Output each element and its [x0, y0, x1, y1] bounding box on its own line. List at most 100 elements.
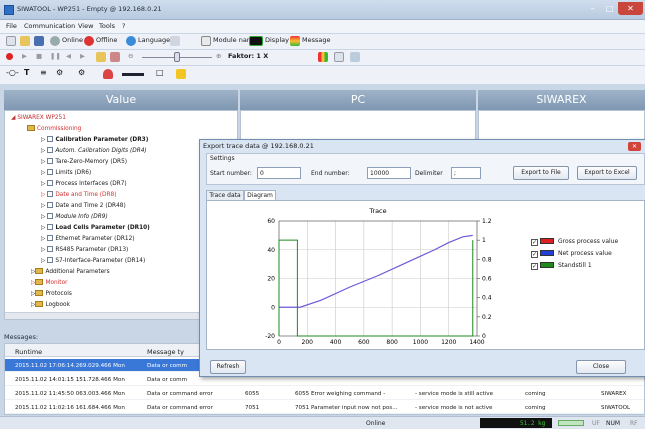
maximize-icon[interactable]: □ — [601, 2, 618, 15]
start-number-input[interactable]: 0 — [257, 167, 301, 179]
line-style-dropdown[interactable] — [122, 73, 144, 76]
bar-chart-icon[interactable] — [318, 52, 328, 62]
checkbox-checked-icon[interactable] — [47, 202, 54, 208]
play-icon[interactable]: ▶ — [22, 52, 27, 60]
refresh-button[interactable]: Refresh — [210, 360, 246, 374]
folder-icon[interactable] — [96, 52, 106, 62]
pointer-icon[interactable]: -○- — [6, 68, 19, 77]
step-back-icon[interactable]: ◀ — [66, 52, 71, 60]
legend-gross[interactable]: ✓ Gross process value — [531, 238, 618, 246]
align-icon[interactable]: ≡ — [40, 68, 47, 77]
offline-button[interactable]: Offline — [96, 36, 117, 44]
trace-chart: Trace0 200 400 600 800 1000 1200 14006040200-20… — [265, 207, 492, 346]
menu-tools[interactable]: Tools — [99, 22, 115, 30]
page-icon[interactable]: □ — [156, 68, 164, 77]
legend-net[interactable]: ✓ Net process value — [531, 250, 612, 258]
tree-root[interactable]: ◢ SIWAREX WP251 — [11, 115, 66, 121]
message-button[interactable]: Message — [302, 36, 331, 44]
pause-icon[interactable]: ❚❚ — [50, 52, 61, 60]
tree-item[interactable]: ▷ Module Info (DR9) — [41, 213, 108, 220]
checkbox-checked-icon[interactable] — [47, 246, 54, 252]
offline-icon[interactable] — [84, 36, 94, 46]
checkbox-checked-icon[interactable] — [47, 191, 54, 197]
tree-item[interactable]: ▷ S7-Interface-Parameter (DR14) — [41, 257, 145, 264]
tree-group-protocols[interactable]: ▷ Protocols — [31, 290, 72, 297]
tree-item[interactable]: ▷ Calibration Parameter (DR3) — [41, 136, 148, 143]
export-to-excel-button[interactable]: Export to Excel — [577, 166, 637, 180]
edit-icon[interactable] — [110, 52, 120, 62]
open-folder-icon[interactable] — [20, 36, 30, 46]
y2-tick-label: 0.4 — [482, 295, 492, 302]
module-name-icon[interactable] — [201, 36, 211, 46]
print-icon[interactable] — [170, 36, 180, 46]
export-icon[interactable] — [350, 52, 360, 62]
tree-item[interactable]: ▷ Autom. Calibration Digits (DR4) — [41, 147, 147, 154]
display-button[interactable]: Display — [265, 36, 289, 44]
window-titlebar: SIWATOOL - WP251 - Empty @ 192.168.0.21 … — [0, 0, 645, 20]
menu-communication[interactable]: Communication — [24, 22, 75, 30]
delimiter-input[interactable]: ; — [451, 167, 481, 179]
tree-item[interactable]: ▷ Ethernet Parameter (DR12) — [41, 235, 135, 242]
menu-bar: File Communication View Tools ? — [0, 20, 645, 33]
settings-label: Settings — [210, 155, 235, 162]
dialog-close-icon[interactable]: ✕ — [628, 142, 641, 151]
tree-group-logbook[interactable]: ▷ Logbook — [31, 301, 70, 308]
menu-help[interactable]: ? — [122, 22, 125, 30]
tree-item[interactable]: ▷ Date and Time (DR8) — [41, 191, 117, 198]
tree-item[interactable]: ▷ Tare-Zero-Memory (DR5) — [41, 158, 127, 165]
close-button[interactable]: Close — [576, 360, 626, 374]
menu-view[interactable]: View — [78, 22, 93, 30]
window-icon[interactable] — [334, 52, 344, 62]
color-fill-icon[interactable] — [176, 69, 186, 79]
save-icon[interactable] — [34, 36, 44, 46]
export-to-file-button[interactable]: Export to File — [513, 166, 569, 180]
y2-tick-label: 0.2 — [482, 314, 492, 321]
zoom-out-icon[interactable]: ⊖ — [128, 52, 133, 60]
menu-file[interactable]: File — [6, 22, 17, 30]
table-row[interactable]: 2015.11.02 11:02:16 161.684.466 Mon Data… — [5, 401, 644, 414]
minimize-icon[interactable]: – — [584, 2, 601, 15]
tree-item[interactable]: ▷ Limits (DR6) — [41, 169, 91, 176]
stop-icon[interactable]: ■ — [36, 52, 42, 60]
display-icon[interactable] — [249, 36, 263, 46]
tool-b-icon[interactable]: ⚙ — [78, 68, 85, 77]
message-icon[interactable] — [290, 36, 300, 46]
step-forward-icon[interactable]: ▶ — [80, 52, 85, 60]
tree-commissioning[interactable]: Commissioning — [27, 125, 81, 132]
text-tool-icon[interactable]: T — [24, 68, 29, 77]
tree-item[interactable]: ▷ RS485 Parameter (DR13) — [41, 246, 128, 253]
folder-icon — [35, 301, 44, 307]
tree-item[interactable]: ▷ Date and Time 2 (DR48) — [41, 202, 126, 209]
checkbox-checked-icon[interactable] — [47, 224, 54, 230]
checkbox-checked-icon[interactable]: ✓ — [531, 263, 538, 270]
checkbox-checked-icon[interactable] — [47, 257, 54, 263]
col-message-type[interactable]: Message ty — [147, 348, 184, 356]
table-row[interactable]: 2015.11.02 11:45:50 063.003.466 Mon Data… — [5, 387, 644, 400]
col-runtime[interactable]: Runtime — [15, 348, 42, 356]
checkbox-checked-icon[interactable] — [47, 169, 54, 175]
tree-group-monitor[interactable]: ▷ Monitor — [31, 279, 68, 286]
checkbox-checked-icon[interactable] — [47, 213, 54, 219]
checkbox-checked-icon[interactable]: ✓ — [531, 251, 538, 258]
record-icon[interactable] — [6, 53, 13, 60]
language-icon[interactable] — [126, 36, 136, 46]
tool-a-icon[interactable]: ⚙ — [56, 68, 63, 77]
checkbox-checked-icon[interactable] — [47, 136, 54, 142]
tree-item[interactable]: ▷ Process Interfaces (DR7) — [41, 180, 127, 187]
end-number-input[interactable]: 10000 — [367, 167, 411, 179]
checkbox-checked-icon[interactable] — [47, 147, 54, 153]
legend-standstill[interactable]: ✓ Standstill 1 — [531, 262, 592, 270]
checkbox-checked-icon[interactable]: ✓ — [531, 239, 538, 246]
person-icon[interactable] — [103, 69, 113, 79]
tree-group-additional[interactable]: ▷ Additional Parameters — [31, 268, 110, 275]
online-icon[interactable] — [50, 36, 60, 46]
checkbox-checked-icon[interactable] — [47, 180, 54, 186]
checkbox-checked-icon[interactable] — [47, 235, 54, 241]
zoom-in-icon[interactable]: ⊕ — [216, 52, 221, 60]
zoom-slider-thumb[interactable] — [174, 52, 180, 62]
close-window-icon[interactable]: ✕ — [618, 2, 643, 15]
checkbox-checked-icon[interactable] — [47, 158, 54, 164]
new-file-icon[interactable] — [6, 36, 16, 46]
tree-item[interactable]: ▷ Load Cells Parameter (DR10) — [41, 224, 150, 231]
online-button[interactable]: Online — [62, 36, 83, 44]
